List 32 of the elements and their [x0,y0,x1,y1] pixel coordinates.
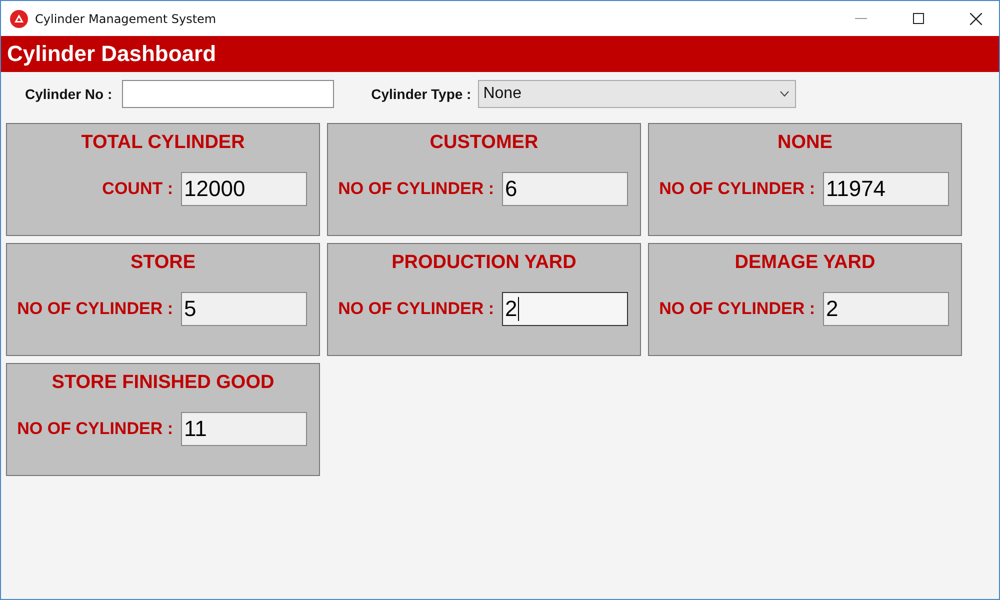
count-label: NO OF CYLINDER : [338,299,494,319]
card-title: PRODUCTION YARD [392,252,576,274]
cylinder-type-dropdown[interactable]: None [478,80,796,108]
window-title: Cylinder Management System [35,12,216,26]
card-title: TOTAL CYLINDER [81,132,245,154]
cylinder-no-field[interactable] [122,80,334,108]
count-label: COUNT : [102,179,173,199]
count-field[interactable]: 12000 [181,172,307,206]
count-field[interactable]: 2 [502,292,628,326]
count-label: NO OF CYLINDER : [659,299,815,319]
cylinder-no-label: Cylinder No : [25,86,112,102]
count-field[interactable]: 5 [181,292,307,326]
count-field[interactable]: 6 [502,172,628,206]
count-field[interactable]: 2 [823,292,949,326]
count-field[interactable]: 11 [181,412,307,446]
chevron-down-icon [780,91,790,97]
card-title: CUSTOMER [430,132,538,154]
cylinder-type-label: Cylinder Type : [371,86,472,102]
count-label: NO OF CYLINDER : [338,179,494,199]
count-label: NO OF CYLINDER : [17,419,173,439]
card-title: DEMAGE YARD [734,252,876,274]
maximize-icon[interactable] [913,13,924,24]
count-field[interactable]: 11974 [823,172,949,206]
dashboard-title: Cylinder Dashboard [7,41,216,67]
app-logo-icon [10,10,28,28]
close-icon[interactable] [970,12,982,24]
count-label: NO OF CYLINDER : [659,179,815,199]
card-title: STORE FINISHED GOOD [52,372,274,394]
count-label: NO OF CYLINDER : [17,299,173,319]
card-title: STORE [130,252,196,274]
minimize-icon[interactable] [855,18,867,20]
card-title: NONE [778,132,832,154]
